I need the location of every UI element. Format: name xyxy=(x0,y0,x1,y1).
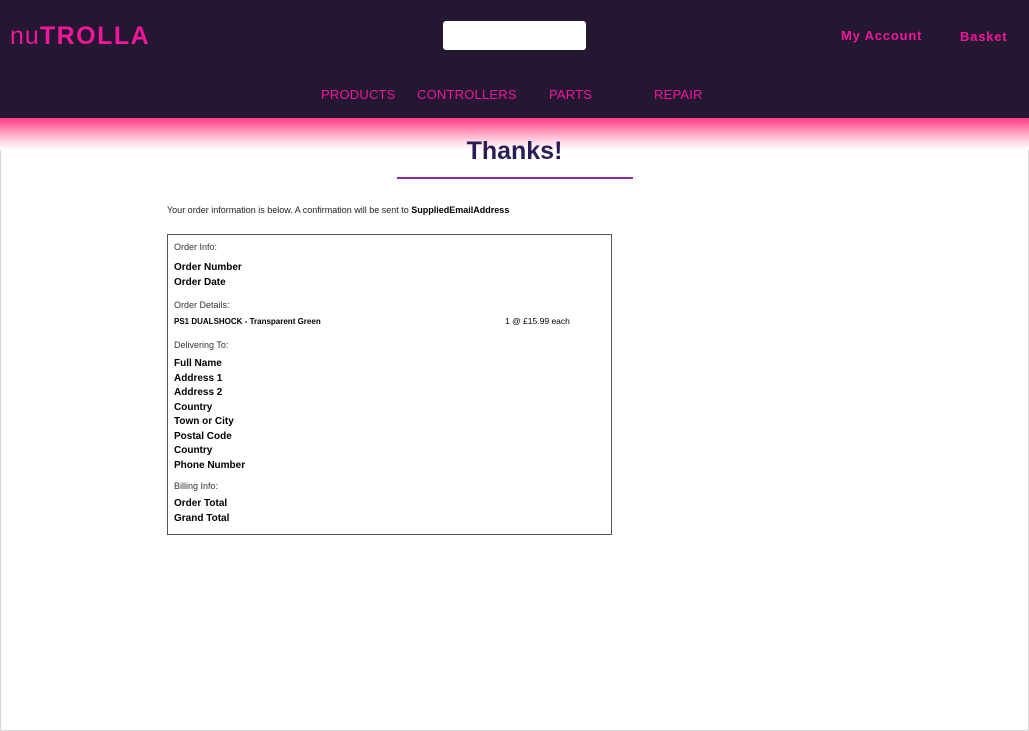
delivering-to-label: Delivering To: xyxy=(174,340,229,350)
page-title: Thanks! xyxy=(466,137,563,165)
country-field: Country xyxy=(174,402,213,413)
town-or-city-field: Town or City xyxy=(174,416,234,427)
order-total-field: Order Total xyxy=(174,498,228,509)
site-logo[interactable]: nuTROLLA xyxy=(10,22,150,50)
email-address: SuppliedEmailAddress xyxy=(411,205,510,215)
order-info-label: Order Info: xyxy=(174,242,218,252)
logo-light-text: nu xyxy=(10,22,40,50)
site-header: nuTROLLA My Account Basket PRODUCTS CONT… xyxy=(0,0,1029,118)
intro-text: Your order information is below. A confi… xyxy=(167,205,509,215)
title-underline xyxy=(397,177,633,179)
order-summary-box: Order Info: Order Number Order Date Orde… xyxy=(167,234,612,535)
billing-info-label: Billing Info: xyxy=(174,481,219,491)
postal-code-field: Postal Code xyxy=(174,431,232,442)
order-item-name: PS1 DUALSHOCK - Transparent Green xyxy=(174,317,321,326)
full-name-field: Full Name xyxy=(174,358,222,369)
nav-products[interactable]: PRODUCTS xyxy=(321,87,396,102)
nav-controllers[interactable]: CONTROLLERS xyxy=(417,87,517,102)
order-item-quantity-price: 1 @ £15.99 each xyxy=(505,316,570,326)
nav-parts[interactable]: PARTS xyxy=(549,87,592,102)
search-input[interactable] xyxy=(443,21,586,50)
logo-bold-text: TROLLA xyxy=(39,22,151,50)
order-number-field: Order Number xyxy=(174,262,242,273)
basket-link[interactable]: Basket xyxy=(960,29,1007,44)
order-date-field: Order Date xyxy=(174,277,226,288)
nav-repair[interactable]: REPAIR xyxy=(654,87,703,102)
address-2-field: Address 2 xyxy=(174,387,223,398)
country-field-2: Country xyxy=(174,445,213,456)
order-details-label: Order Details: xyxy=(174,300,230,310)
my-account-link[interactable]: My Account xyxy=(841,28,922,43)
phone-number-field: Phone Number xyxy=(174,460,246,471)
address-1-field: Address 1 xyxy=(174,373,223,384)
grand-total-field: Grand Total xyxy=(174,513,230,524)
intro-message: Your order information is below. A confi… xyxy=(167,205,412,215)
